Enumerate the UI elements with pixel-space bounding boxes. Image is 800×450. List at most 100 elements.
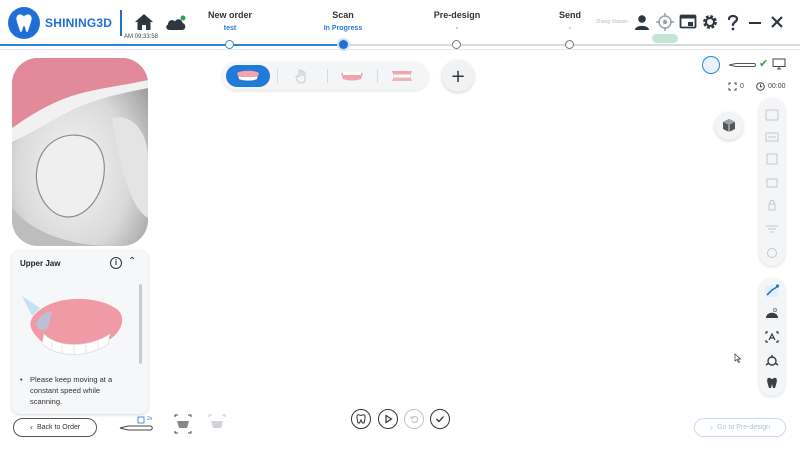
impression-icon <box>208 414 226 428</box>
gear-icon[interactable] <box>701 13 719 31</box>
upper-jaw-icon <box>237 70 259 81</box>
step-node-new-order <box>225 40 234 49</box>
scan-timer: 00:00 <box>756 82 786 91</box>
auto-fill-icon[interactable] <box>764 330 780 344</box>
check-icon <box>436 416 444 423</box>
panel-title: Upper Jaw <box>20 259 61 268</box>
trim-icon[interactable] <box>764 222 780 236</box>
shot-counter: 0 <box>728 82 744 91</box>
back-button-label: Back to Order <box>37 424 81 431</box>
upper-jaw-panel: Upper Jaw i ⌃ Please keep moving at a co… <box>12 250 148 414</box>
undo-button[interactable] <box>404 409 424 429</box>
tooth-view-button[interactable] <box>351 409 371 429</box>
scanner-badge: 2x <box>147 416 153 422</box>
upper-jaw-illustration <box>22 296 123 355</box>
tooth-camera-image <box>12 58 148 246</box>
panel-scrollbar[interactable] <box>139 284 142 364</box>
lower-jaw-button[interactable] <box>330 65 374 87</box>
bite-icon <box>392 71 412 81</box>
step-node-scan <box>339 40 348 49</box>
lower-jaw-icon <box>341 72 363 81</box>
scan-timer-value: 00:00 <box>768 83 786 90</box>
app-header: SHINING3D AM 09:33:58 New order test Sca… <box>0 0 800 50</box>
mouse-cursor-icon <box>734 353 742 363</box>
step-title: New order <box>207 10 252 20</box>
info-icon[interactable]: i <box>110 257 122 269</box>
scan-tip-icon[interactable] <box>764 108 780 122</box>
hand-pose-button[interactable] <box>280 65 324 87</box>
monitor-icon[interactable] <box>772 58 786 70</box>
lock-icon[interactable] <box>764 198 780 212</box>
view-cube-button[interactable] <box>715 112 743 140</box>
brand-logo: SHINING3D <box>8 7 112 39</box>
shot-count-value: 0 <box>740 83 744 90</box>
minimize-icon[interactable] <box>746 13 764 31</box>
calibration-status-pill <box>652 34 678 43</box>
texture-toggle-icon[interactable] <box>764 130 780 144</box>
tooth-logo-icon <box>8 7 40 39</box>
impression-scan-button[interactable] <box>207 414 227 441</box>
step-pre-design[interactable]: Pre-design - <box>407 10 507 34</box>
brand-name: SHINING3D <box>45 16 113 30</box>
next-button-label: Go to Pre-design <box>717 424 771 431</box>
step-subtitle: - <box>568 25 572 32</box>
close-icon[interactable] <box>768 13 786 31</box>
layers-icon[interactable] <box>764 246 780 260</box>
scan-mode-toolbar <box>222 62 428 90</box>
color-display-icon[interactable] <box>764 306 780 320</box>
toolbar-divider <box>277 69 278 83</box>
step-subtitle: In Progress <box>323 25 363 32</box>
camera-preview <box>12 58 148 246</box>
user-name: Zhang Xiaoxin <box>596 19 628 25</box>
step-new-order[interactable]: New order test <box>180 10 280 34</box>
markers-icon[interactable] <box>764 354 780 368</box>
user-icon[interactable] <box>633 13 651 31</box>
brand-divider <box>120 10 122 36</box>
step-title: Pre-design <box>433 10 481 20</box>
step-subtitle: - <box>455 25 459 32</box>
chevron-right-icon: › <box>709 423 714 432</box>
clock-icon <box>756 82 765 91</box>
step-title: Scan <box>332 10 354 20</box>
play-button[interactable] <box>378 409 398 429</box>
clock-readout: AM 09:33:58 <box>124 34 159 40</box>
undo-icon <box>410 415 419 424</box>
shot-count-icon <box>728 82 737 91</box>
view-cube-icon <box>723 119 735 132</box>
confirm-button[interactable] <box>430 409 450 429</box>
hd-mode-icon[interactable] <box>764 152 780 166</box>
tooth-outline-icon <box>356 414 366 424</box>
connected-check-icon: ✔ <box>759 57 769 70</box>
bite-button[interactable] <box>380 65 424 87</box>
upper-jaw-button[interactable] <box>226 65 270 87</box>
back-to-order-button[interactable]: ‹ Back to Order <box>13 418 97 437</box>
chevron-left-icon: ‹ <box>29 423 33 432</box>
tool-rail-bottom <box>759 278 785 396</box>
play-icon <box>385 414 393 424</box>
home-icon[interactable] <box>134 12 154 32</box>
add-scan-button[interactable]: + <box>442 60 474 92</box>
scanner-tip-icon <box>119 416 153 431</box>
window-icon[interactable] <box>679 13 697 31</box>
help-icon[interactable] <box>724 13 742 31</box>
step-scan[interactable]: Scan In Progress <box>293 10 393 34</box>
scanner-mode-icon[interactable] <box>702 56 720 74</box>
tooth-marker-icon[interactable] <box>764 376 780 390</box>
tool-rail-top <box>759 98 785 266</box>
hand-pose-icon <box>295 69 306 84</box>
tray-scan-button[interactable] <box>173 414 193 441</box>
crop-icon[interactable] <box>764 176 780 190</box>
tray-icon <box>174 414 192 434</box>
step-node-send <box>565 40 574 49</box>
step-subtitle: test <box>223 25 237 32</box>
progress-track-done <box>0 44 343 46</box>
scanner-settings-button[interactable]: 2x <box>118 414 162 441</box>
scanner-handpiece-icon <box>728 63 756 67</box>
toolbar-divider <box>327 69 328 83</box>
toolbar-divider <box>377 69 378 83</box>
chevron-up-icon[interactable]: ⌃ <box>128 256 136 267</box>
align-scan-icon[interactable] <box>764 284 780 298</box>
scan-tip-text: Please keep moving at a constant speed w… <box>20 374 132 407</box>
calibration-target-icon[interactable] <box>656 13 674 31</box>
go-to-pre-design-button[interactable]: › Go to Pre-design <box>694 418 786 437</box>
